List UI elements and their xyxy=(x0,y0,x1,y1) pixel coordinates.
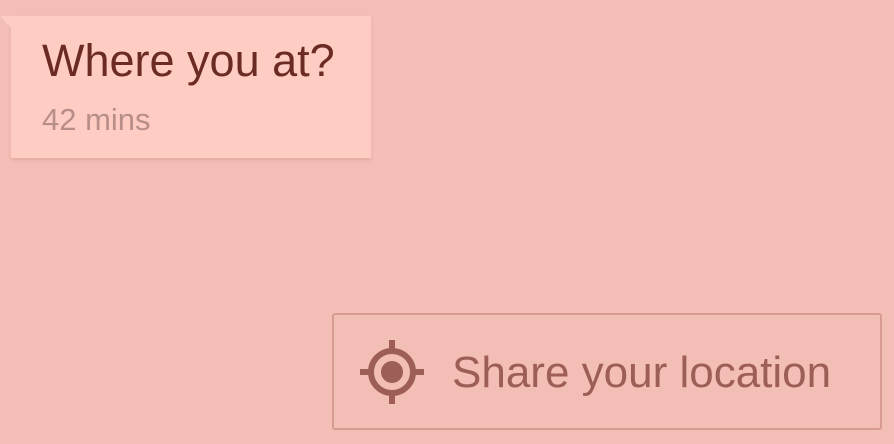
share-location-label: Share your location xyxy=(452,348,832,397)
message-timestamp: 42 mins xyxy=(42,102,151,137)
message-bubble: Where you at? 42 mins xyxy=(0,16,371,158)
location-target-icon xyxy=(360,340,424,404)
bubble-tail xyxy=(0,16,11,28)
share-location-button[interactable]: Share your location xyxy=(332,313,882,430)
message-text: Where you at? xyxy=(42,35,335,86)
